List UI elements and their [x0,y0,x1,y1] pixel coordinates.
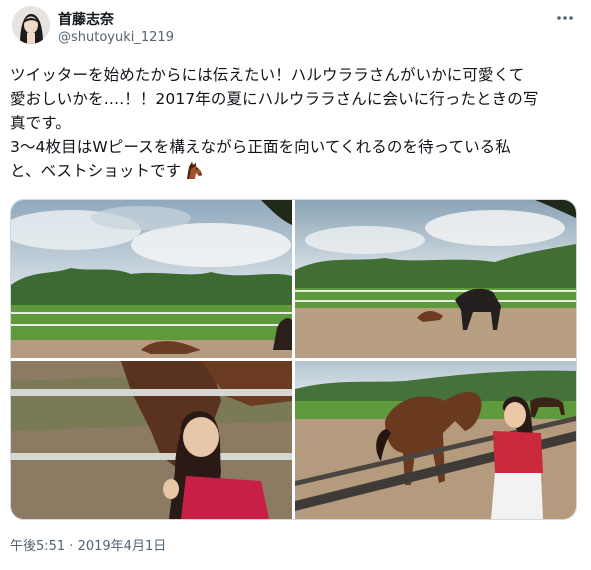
photo-grid [10,199,577,520]
horse-face-icon [183,159,205,188]
tweet-text: ツイッターを始めたからには伝えたい！ハルウララさんがいかに可愛くて 愛おしいかを… [10,63,578,188]
photo-1[interactable] [11,200,292,358]
tweet-header: 首藤志奈 @shutoyuki_1219 [0,0,591,60]
tweet-timestamp[interactable]: 午後5:51 · 2019年4月1日 [10,535,166,554]
tweet-text-line: ツイッターを始めたからには伝えたい！ハルウララさんがいかに可愛くて [10,66,525,84]
photo-3[interactable] [11,361,292,519]
tweet-text-line-last: と、ベストショットです [10,159,578,188]
photo-2[interactable] [295,200,576,358]
display-name[interactable]: 首藤志奈 [58,9,114,29]
tweet-text-line: 真です。 [10,114,71,132]
tweet-text-line: 愛おしいかを….！！2017年の夏にハルウララさんに会いに行ったときの写 [10,90,539,108]
tweet-text-line: 3〜4枚目はWピースを構えながら正面を向いてくれるのを待っている私 [10,138,511,156]
tweet-text-line: と、ベストショットです [10,162,182,180]
avatar[interactable] [12,6,50,44]
more-dots-icon[interactable] [553,6,577,30]
user-handle[interactable]: @shutoyuki_1219 [58,30,174,45]
photo-4[interactable] [295,361,576,519]
avatar-image [12,6,50,44]
